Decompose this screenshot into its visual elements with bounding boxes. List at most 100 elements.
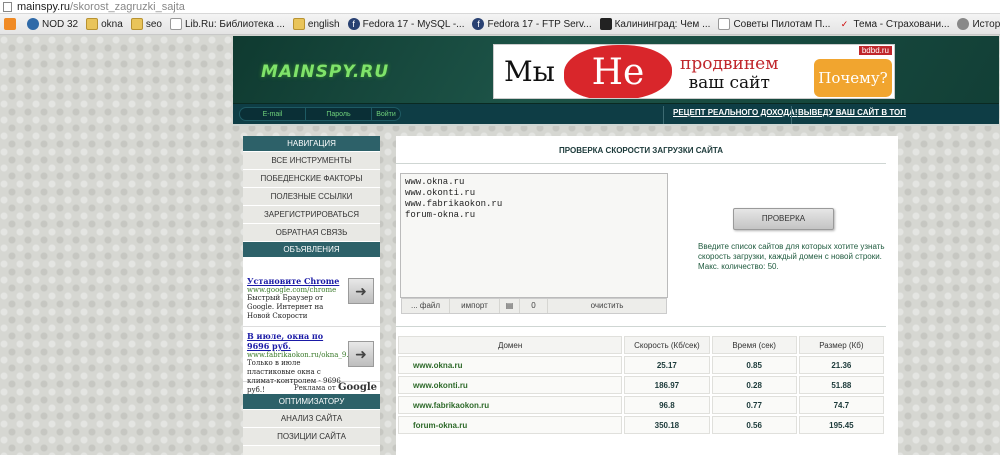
password-field[interactable]: Пароль bbox=[306, 111, 371, 118]
ad-title[interactable]: Установите Chrome bbox=[247, 276, 346, 286]
bookmark-fedora-mysql[interactable]: f Fedora 17 - MySQL -... bbox=[344, 16, 469, 33]
ad-banner[interactable]: Мы Не продвинем ваш сайт Почему? bdbd.ru bbox=[493, 44, 895, 99]
nav-feedback[interactable]: ОБРАТНАЯ СВЯЗЬ bbox=[243, 224, 380, 242]
bookmark-label: english bbox=[307, 18, 340, 30]
col-time: Время (сек) bbox=[711, 336, 797, 354]
ad-item[interactable]: В июле, окна по 9696 руб. www.fabrikaoko… bbox=[243, 327, 380, 394]
bookmarks-bar: NOD 32 okna seo Lib.Ru: Библиотека ... e… bbox=[0, 14, 1000, 35]
bookmark-nod32[interactable]: NOD 32 bbox=[23, 16, 82, 33]
input-toolbar: ... файл импорт ▤ 0 очистить bbox=[401, 298, 667, 314]
url-text[interactable]: mainspy.ru/skorost_zagruzki_sajta bbox=[17, 1, 185, 13]
speed-cell: 186.97 bbox=[624, 376, 710, 394]
results-table: Домен Скорость (Кб/сек) Время (сек) Разм… bbox=[396, 334, 886, 436]
page-icon bbox=[957, 18, 970, 30]
time-cell: 0.56 bbox=[711, 416, 797, 434]
top-nav-strip: E-mail Пароль Войти РЕЦЕПТ РЕАЛЬНОГО ДОХ… bbox=[233, 104, 999, 126]
folder-icon bbox=[130, 18, 143, 30]
bookmark-label: seo bbox=[145, 18, 162, 30]
nav-all-tools[interactable]: ВСЕ ИНСТРУМЕНТЫ bbox=[243, 152, 380, 170]
page-icon: ✓ bbox=[840, 18, 849, 29]
bookmark-label: Fedora 17 - MySQL -... bbox=[362, 18, 465, 30]
nav-factors[interactable]: ПОБЕДЕНСКИЕ ФАКТОРЫ bbox=[243, 170, 380, 188]
bookmark-okna[interactable]: okna bbox=[82, 16, 127, 33]
domain-cell: forum-okna.ru bbox=[398, 416, 623, 434]
nav-heading: НАВИГАЦИЯ bbox=[243, 136, 380, 152]
banner-text: продвинем ваш сайт bbox=[680, 55, 778, 93]
address-bar[interactable]: mainspy.ru/skorost_zagruzki_sajta bbox=[0, 0, 1000, 14]
ad-url: www.fabrikaokon.ru/okna_9... bbox=[247, 351, 353, 359]
income-link[interactable]: РЕЦЕПТ РЕАЛЬНОГО ДОХОДА! bbox=[673, 108, 798, 117]
banner-line2: ваш сайт bbox=[688, 73, 770, 93]
rss-icon bbox=[4, 18, 16, 30]
import-button[interactable]: импорт bbox=[450, 299, 500, 313]
top-link[interactable]: ВЫВЕДУ ВАШ САЙТ В ТОП bbox=[798, 108, 906, 117]
login-form: E-mail Пароль Войти bbox=[239, 107, 401, 121]
speed-cell: 25.17 bbox=[624, 356, 710, 374]
time-cell: 0.85 bbox=[711, 356, 797, 374]
fedora-icon: f bbox=[347, 18, 360, 30]
nav-useful-links[interactable]: ПОЛЕЗНЫЕ ССЫЛКИ bbox=[243, 188, 380, 206]
ads-heading: ОБЪЯВЛЕНИЯ bbox=[243, 242, 380, 258]
counter-icon: ▤ bbox=[500, 299, 520, 313]
col-domain: Домен bbox=[398, 336, 623, 354]
page-icon bbox=[169, 18, 182, 30]
nav-site-analysis[interactable]: АНАЛИЗ САЙТА bbox=[243, 410, 380, 428]
size-cell: 74.7 bbox=[798, 396, 884, 414]
domain-cell: www.fabrikaokon.ru bbox=[398, 396, 623, 414]
optimizer-heading: ОПТИМИЗАТОРУ bbox=[243, 394, 380, 410]
clear-button[interactable]: очистить bbox=[548, 299, 666, 313]
site-logo[interactable]: MAINSPY.RU bbox=[261, 62, 389, 82]
divider bbox=[663, 106, 664, 124]
bookmark-rss[interactable] bbox=[0, 16, 23, 33]
bookmark-label: Советы Пилотам П... bbox=[733, 18, 831, 30]
table-row: www.okonti.ru 186.97 0.28 51.88 bbox=[398, 376, 884, 394]
site-header: MAINSPY.RU Мы Не продвинем ваш сайт Почем… bbox=[233, 36, 999, 104]
banner-word: Мы bbox=[504, 55, 555, 88]
email-field[interactable]: E-mail bbox=[240, 111, 305, 118]
bookmark-libru[interactable]: Lib.Ru: Библиотека ... bbox=[166, 16, 289, 33]
file-button[interactable]: ... файл bbox=[402, 299, 450, 313]
ad-description: Быстрый Браузер от Google. Интернет на Н… bbox=[247, 294, 324, 320]
nav-register[interactable]: ЗАРЕГИСТРИРОВАТЬСЯ bbox=[243, 206, 380, 224]
arrow-right-icon[interactable]: ➜ bbox=[348, 278, 374, 304]
table-row: forum-okna.ru 350.18 0.56 195.45 bbox=[398, 416, 884, 434]
domains-input[interactable]: www.okna.ru www.okonti.ru www.fabrikaoko… bbox=[400, 173, 668, 298]
folder-icon bbox=[86, 18, 99, 30]
banner-line1: продвинем bbox=[680, 54, 779, 74]
bookmark-fedora-ftp[interactable]: f Fedora 17 - FTP Serv... bbox=[468, 16, 595, 33]
bookmark-seo[interactable]: seo bbox=[127, 16, 166, 33]
fedora-icon: f bbox=[472, 18, 485, 30]
bookmark-sovety[interactable]: Советы Пилотам П... bbox=[714, 16, 834, 33]
bookmark-english[interactable]: english bbox=[289, 16, 344, 33]
bookmark-label: Калининград: Чем ... bbox=[614, 18, 711, 30]
col-speed: Скорость (Кб/сек) bbox=[624, 336, 710, 354]
size-cell: 21.36 bbox=[798, 356, 884, 374]
time-cell: 0.28 bbox=[711, 376, 797, 394]
bookmark-label: История заказов bbox=[972, 18, 1000, 30]
sidebar: НАВИГАЦИЯ ВСЕ ИНСТРУМЕНТЫ ПОБЕДЕНСКИЕ ФА… bbox=[243, 136, 380, 455]
domain-cell: www.okna.ru bbox=[398, 356, 623, 374]
arrow-right-icon[interactable]: ➜ bbox=[348, 341, 374, 367]
bookmark-tema[interactable]: ✓ Тема - Страховани... bbox=[834, 16, 953, 33]
login-button[interactable]: Войти bbox=[372, 111, 400, 118]
nav-site-positions[interactable]: ПОЗИЦИИ САЙТА bbox=[243, 428, 380, 446]
bookmark-kaliningrad[interactable]: Калининград: Чем ... bbox=[596, 16, 715, 33]
bookmark-history[interactable]: История заказов bbox=[953, 16, 1000, 33]
bookmark-label: Тема - Страховани... bbox=[853, 18, 950, 30]
divider bbox=[396, 163, 886, 164]
banner-why-button[interactable]: Почему? bbox=[814, 59, 892, 97]
banner-site: bdbd.ru bbox=[858, 46, 892, 55]
page-icon bbox=[599, 18, 612, 30]
bookmark-label: okna bbox=[101, 18, 123, 30]
ad-item[interactable]: Установите Chrome www.google.com/chrome … bbox=[243, 258, 380, 327]
divider bbox=[396, 326, 886, 327]
ad-title[interactable]: В июле, окна по 9696 руб. bbox=[247, 331, 346, 351]
check-button[interactable]: ПРОВЕРКА bbox=[733, 208, 834, 230]
banner-ne: Не bbox=[564, 45, 672, 98]
col-size: Размер (Кб) bbox=[798, 336, 884, 354]
speed-cell: 350.18 bbox=[624, 416, 710, 434]
page-title: ПРОВЕРКА СКОРОСТИ ЗАГРУЗКИ САЙТА bbox=[559, 146, 723, 155]
table-row: www.okna.ru 25.17 0.85 21.36 bbox=[398, 356, 884, 374]
bookmark-label: NOD 32 bbox=[42, 18, 79, 30]
table-header-row: Домен Скорость (Кб/сек) Время (сек) Разм… bbox=[398, 336, 884, 354]
